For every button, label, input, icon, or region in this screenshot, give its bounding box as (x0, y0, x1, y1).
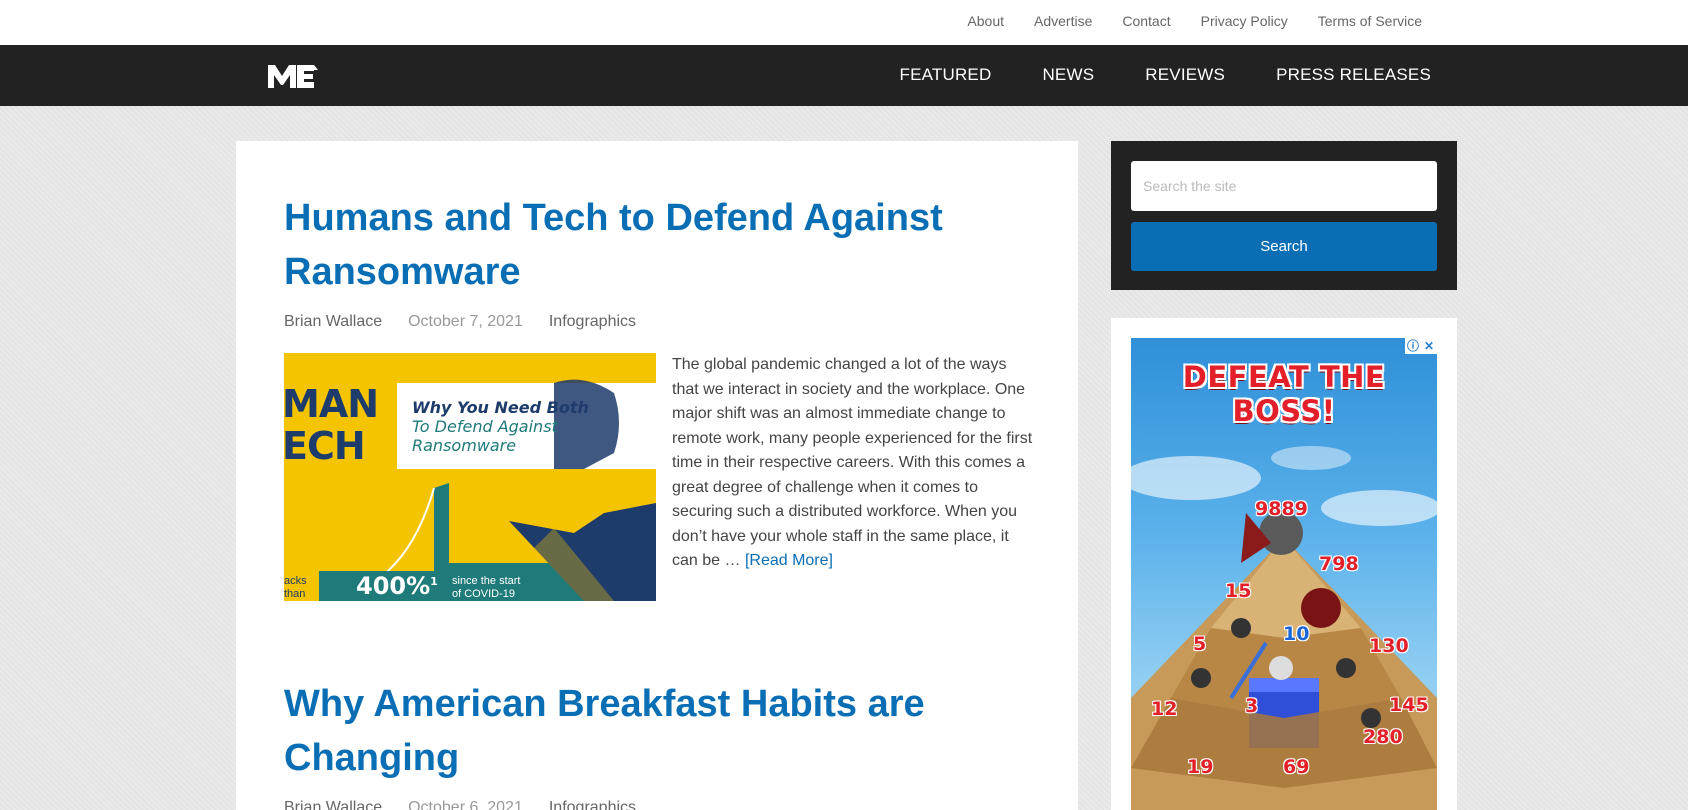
ad-number: 19 (1187, 756, 1214, 778)
thumb-stat-caption-1: since the start (452, 575, 521, 587)
ad-number: 69 (1283, 756, 1310, 778)
post-date: October 6, 2021 (408, 799, 523, 810)
nav-featured[interactable]: FEATURED (899, 65, 991, 85)
ad-number: 280 (1363, 726, 1403, 748)
main-nav: FEATURED NEWS REVIEWS PRESS RELEASES (848, 65, 1431, 85)
post-thumbnail[interactable]: MAN ECH Why You Need Both To Defend Agai… (284, 353, 656, 601)
advertisement[interactable]: ⓘ ✕ DEFEAT THE BOSS! 9889 798 15 5 10 13… (1131, 338, 1437, 810)
nav-press-releases[interactable]: PRESS RELEASES (1276, 65, 1431, 85)
thumb-big-text-1: MAN (284, 382, 379, 426)
thumb-stat-caption-2: of COVID-19 (452, 588, 515, 600)
post-date: October 7, 2021 (408, 313, 523, 330)
thumb-big-text: MAN ECH (284, 382, 379, 468)
post-card: Why American Breakfast Habits are Changi… (284, 677, 1034, 810)
post-excerpt: The global pandemic changed a lot of the… (672, 353, 1034, 601)
search-input[interactable] (1131, 161, 1437, 211)
post-author[interactable]: Brian Wallace (284, 799, 382, 810)
ad-number: 12 (1151, 698, 1178, 720)
nav-link-privacy-policy[interactable]: Privacy Policy (1201, 13, 1288, 29)
thumb-left-caption: acks than (284, 575, 307, 601)
ad-number: 15 (1225, 580, 1252, 602)
search-button[interactable]: Search (1131, 222, 1437, 271)
thumb-stat-value: 400% (356, 572, 431, 600)
thumb-headline-2: To Defend Against (412, 417, 558, 436)
read-more-link[interactable]: [Read More] (745, 549, 833, 574)
utility-nav: About Advertise Contact Privacy Policy T… (937, 13, 1422, 29)
post-entry: MAN ECH Why You Need Both To Defend Agai… (284, 353, 1034, 601)
main-content: Humans and Tech to Defend Against Ransom… (236, 141, 1078, 810)
nav-reviews[interactable]: REVIEWS (1145, 65, 1225, 85)
thumb-left-caption-2: than (284, 588, 306, 600)
nav-news[interactable]: NEWS (1042, 65, 1094, 85)
thumb-headline: Why You Need Both To Defend Against Rans… (412, 398, 589, 455)
ad-number: 145 (1389, 694, 1429, 716)
post-excerpt-text: The global pandemic changed a lot of the… (672, 356, 1033, 569)
thumb-stat-caption: since the start of COVID-19 (452, 575, 520, 601)
site-header: ME FEATURED NEWS REVIEWS PRESS RELEASES (0, 45, 1688, 106)
post-author[interactable]: Brian Wallace (284, 313, 382, 331)
ad-number: 10 (1283, 623, 1310, 645)
thumb-stat-sup: 1 (430, 575, 438, 588)
thumb-big-text-2: ECH (284, 424, 366, 468)
sidebar-ad-widget: ⓘ ✕ DEFEAT THE BOSS! 9889 798 15 5 10 13… (1111, 318, 1457, 810)
nav-link-terms-of-service[interactable]: Terms of Service (1318, 13, 1422, 29)
thumb-headline-1: Why You Need Both (412, 398, 589, 417)
ad-close-icon[interactable]: ✕ (1421, 338, 1437, 354)
sidebar-search-widget: Search (1111, 141, 1457, 290)
ad-number: 130 (1369, 635, 1409, 657)
ad-number: 798 (1319, 553, 1359, 575)
post-title[interactable]: Why American Breakfast Habits are Changi… (284, 677, 1034, 785)
ad-number: 3 (1245, 695, 1259, 717)
post-category[interactable]: Infographics (549, 799, 636, 810)
thumb-left-caption-1: acks (284, 575, 307, 587)
ad-number: 9889 (1255, 498, 1308, 520)
nav-link-about[interactable]: About (967, 13, 1004, 29)
post-meta: Brian Wallace October 6, 2021 Infographi… (284, 799, 1034, 810)
site-logo[interactable]: ME (266, 62, 318, 90)
post-meta: Brian Wallace October 7, 2021 Infographi… (284, 313, 1034, 331)
post-card: Humans and Tech to Defend Against Ransom… (284, 191, 1034, 601)
nav-link-advertise[interactable]: Advertise (1034, 13, 1092, 29)
nav-link-contact[interactable]: Contact (1122, 13, 1170, 29)
ad-info-icon[interactable]: ⓘ (1405, 338, 1421, 354)
ad-title: DEFEAT THE BOSS! (1182, 360, 1386, 428)
post-title[interactable]: Humans and Tech to Defend Against Ransom… (284, 191, 1034, 299)
ad-number: 5 (1193, 633, 1207, 655)
thumb-headline-3: Ransomware (412, 436, 517, 455)
top-bar: About Advertise Contact Privacy Policy T… (0, 0, 1688, 45)
post-category[interactable]: Infographics (549, 313, 636, 331)
ad-choices[interactable]: ⓘ ✕ (1405, 338, 1437, 354)
thumb-stat: 400%1 (356, 572, 438, 600)
